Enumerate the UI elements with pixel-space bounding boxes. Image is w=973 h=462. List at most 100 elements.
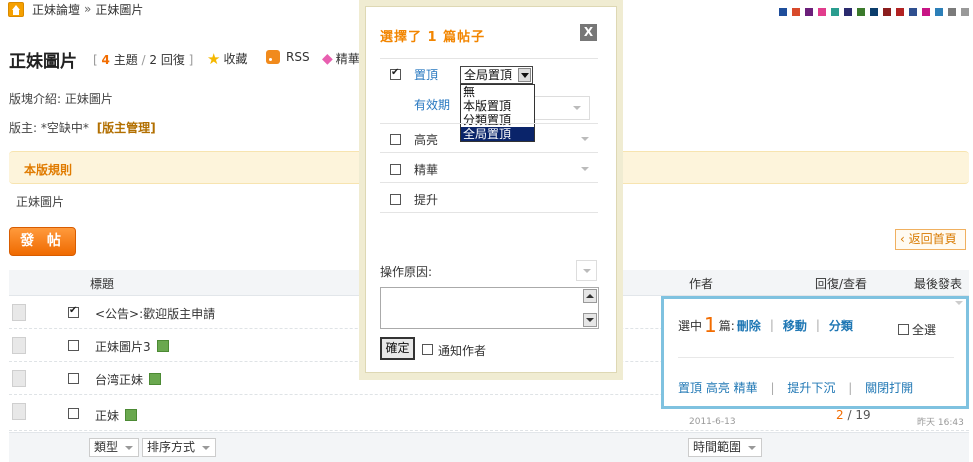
color-swatch[interactable] bbox=[870, 8, 878, 16]
row-checkbox[interactable] bbox=[68, 408, 79, 419]
time-range-select[interactable]: 時間範圍 bbox=[688, 438, 763, 457]
color-swatch[interactable] bbox=[883, 8, 891, 16]
favorite-link[interactable]: ★ 收藏 bbox=[207, 50, 247, 67]
select-all-checkbox[interactable] bbox=[898, 324, 909, 335]
scroll-up-icon[interactable] bbox=[583, 289, 597, 303]
categorize-action-link[interactable]: 分類 bbox=[829, 317, 853, 334]
filter-bar: 類型 排序方式 時間範圍 bbox=[9, 432, 969, 462]
selection-actions-panel: 選中 1 篇: 刪除 | 移動 | 分類 全選 置頂 高亮 精華 | 提升下沉 … bbox=[661, 296, 969, 409]
breadcrumb-root-link[interactable]: 正妹論壇 bbox=[32, 1, 80, 18]
color-swatch[interactable] bbox=[857, 8, 865, 16]
last-post-date: 昨天 16:43 bbox=[917, 418, 964, 428]
moderator-label: 版主: *空缺中* bbox=[9, 121, 89, 135]
chevron-down-icon bbox=[583, 269, 591, 273]
col-title: 標題 bbox=[90, 277, 115, 291]
thread-title: 台湾正妹 bbox=[95, 371, 162, 388]
chevron-down-icon[interactable] bbox=[581, 137, 589, 141]
chevron-down-icon[interactable] bbox=[581, 167, 589, 171]
notify-author-checkbox[interactable] bbox=[422, 344, 433, 355]
sticky-level-select[interactable]: 全局置頂 bbox=[460, 66, 533, 84]
delete-action-link[interactable]: 刪除 bbox=[737, 317, 761, 334]
back-home-button[interactable]: ‹ 返回首頁 bbox=[895, 229, 966, 250]
star-icon: ★ bbox=[207, 49, 221, 68]
color-swatch[interactable] bbox=[805, 8, 813, 16]
selected-count: 1 bbox=[704, 313, 717, 337]
moderation-dialog: 選擇了 1 篇帖子 X 置頂 全局置頂 有效期 無 本版置頂 分類置頂 全局置頂… bbox=[359, 0, 623, 380]
thread-title-link[interactable]: 正妹 bbox=[95, 409, 119, 423]
sort-select[interactable]: 排序方式 bbox=[142, 438, 217, 457]
open-close-link[interactable]: 關閉打開 bbox=[865, 381, 913, 395]
forum-title: 正妹圖片 bbox=[9, 52, 77, 72]
selection-secondary-actions: 置頂 高亮 精華 | 提升下沉 | 關閉打開 bbox=[678, 381, 914, 395]
divider bbox=[380, 212, 598, 213]
chevron-down-icon[interactable] bbox=[955, 301, 963, 305]
color-swatch[interactable] bbox=[961, 8, 969, 16]
reply-count: 2 bbox=[836, 408, 844, 422]
scroll-down-icon[interactable] bbox=[583, 313, 597, 327]
reason-label: 操作原因: bbox=[380, 265, 433, 279]
chevron-down-icon[interactable] bbox=[518, 68, 531, 82]
bump-checkbox[interactable] bbox=[390, 194, 401, 205]
col-author: 作者 bbox=[689, 277, 714, 291]
reason-textarea[interactable] bbox=[380, 287, 599, 329]
bump-sink-link[interactable]: 提升下沉 bbox=[787, 381, 835, 395]
color-swatch[interactable] bbox=[922, 8, 930, 16]
divider bbox=[380, 182, 598, 183]
digest-checkbox[interactable] bbox=[390, 164, 401, 175]
sticky-option-forum[interactable]: 本版置頂 bbox=[461, 99, 534, 113]
sticky-option-global[interactable]: 全局置頂 bbox=[461, 127, 534, 141]
thread-title-link[interactable]: <公告>:歡迎版主申請 bbox=[95, 305, 215, 322]
view-count: / 19 bbox=[847, 408, 871, 422]
new-post-button[interactable]: 發 帖 bbox=[9, 227, 76, 256]
row-checkbox[interactable] bbox=[68, 305, 79, 318]
color-swatch[interactable] bbox=[831, 8, 839, 16]
forum-stats: [ 4 主題 / 2 回復 ] bbox=[93, 53, 194, 67]
sticky-option-category[interactable]: 分類置頂 bbox=[461, 113, 534, 127]
document-icon bbox=[12, 403, 26, 420]
dialog-title: 選擇了 1 篇帖子 bbox=[380, 30, 486, 45]
thread-title-link[interactable]: 正妹圖片3 bbox=[95, 340, 151, 354]
color-swatch[interactable] bbox=[948, 8, 956, 16]
validity-period-input[interactable] bbox=[534, 96, 590, 120]
move-action-link[interactable]: 移動 bbox=[783, 317, 807, 334]
row-checkbox[interactable] bbox=[68, 373, 79, 384]
thread-title-link[interactable]: 台湾正妹 bbox=[95, 373, 143, 387]
color-swatch[interactable] bbox=[844, 8, 852, 16]
color-swatch[interactable] bbox=[818, 8, 826, 16]
color-swatch[interactable] bbox=[896, 8, 904, 16]
gem-icon: ◆ bbox=[322, 50, 333, 67]
rss-label: RSS bbox=[286, 50, 310, 64]
image-attachment-icon bbox=[125, 409, 138, 421]
color-swatch[interactable] bbox=[792, 8, 800, 16]
sticky-level-value: 全局置頂 bbox=[464, 68, 513, 82]
sticky-checkbox[interactable] bbox=[390, 67, 401, 80]
digest-link[interactable]: ◆ 精華 bbox=[322, 50, 360, 67]
sticky-highlight-digest-link[interactable]: 置頂 高亮 精華 bbox=[678, 381, 758, 395]
reason-preset-select[interactable] bbox=[576, 260, 597, 281]
image-attachment-icon bbox=[156, 340, 169, 352]
col-last-post: 最後發表 bbox=[914, 277, 963, 291]
sticky-option-none[interactable]: 無 bbox=[461, 85, 534, 99]
highlight-checkbox[interactable] bbox=[390, 134, 401, 145]
home-icon[interactable] bbox=[8, 1, 24, 17]
moderator-line: 版主: *空缺中* [版主管理] bbox=[9, 121, 156, 135]
col-replies-views: 回復/查看 bbox=[815, 277, 868, 291]
sticky-label: 置頂 bbox=[414, 68, 439, 82]
image-attachment-icon bbox=[149, 373, 162, 385]
confirm-button[interactable]: 確定 bbox=[380, 337, 415, 360]
close-icon[interactable]: X bbox=[580, 24, 597, 41]
moderator-admin-link[interactable]: 版主管理 bbox=[102, 121, 150, 135]
color-swatch[interactable] bbox=[779, 8, 787, 16]
divider bbox=[380, 152, 598, 153]
color-swatch[interactable] bbox=[909, 8, 917, 16]
row-checkbox[interactable] bbox=[68, 340, 79, 351]
rss-link[interactable]: RSS bbox=[266, 50, 310, 64]
breadcrumb-current-link[interactable]: 正妹圖片 bbox=[95, 1, 143, 18]
type-filter-select[interactable]: 類型 bbox=[89, 438, 140, 457]
replies-count: 2 回復 bbox=[149, 53, 185, 67]
sticky-level-options: 無 本版置頂 分類置頂 全局置頂 bbox=[460, 84, 535, 142]
breadcrumb-separator: » bbox=[84, 2, 92, 16]
color-theme-swatches bbox=[779, 8, 969, 16]
color-swatch[interactable] bbox=[935, 8, 943, 16]
chevron-down-icon[interactable] bbox=[573, 106, 581, 110]
